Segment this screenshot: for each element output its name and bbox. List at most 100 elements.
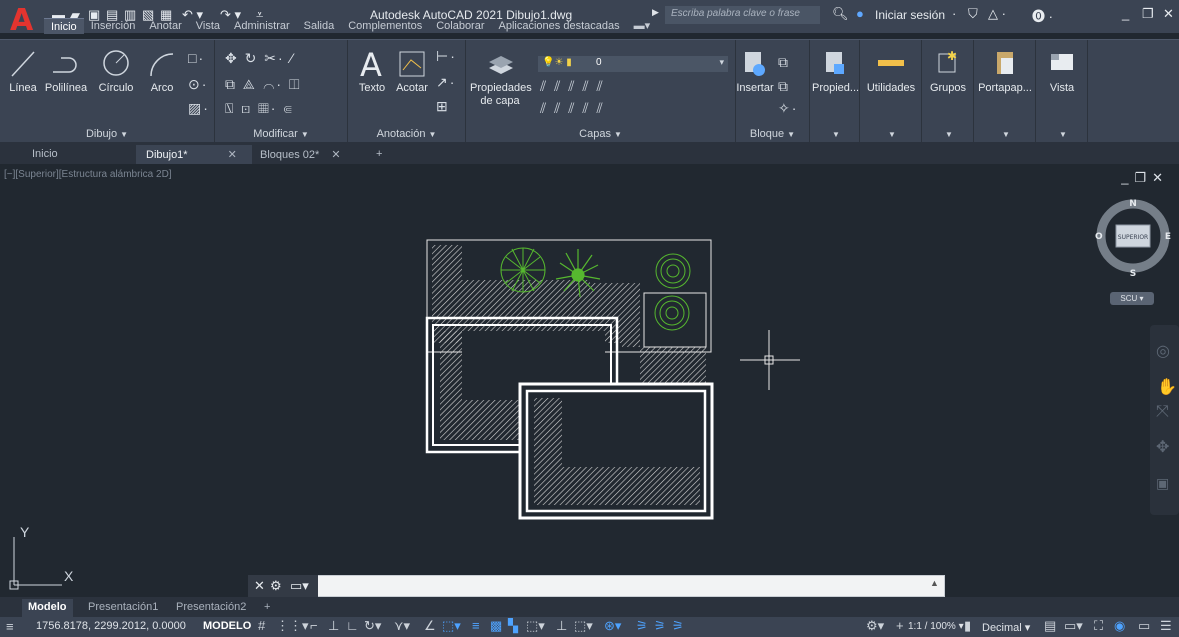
tab-administrar[interactable]: Administrar xyxy=(227,18,297,34)
model-space-toggle[interactable]: MODELO xyxy=(203,620,251,632)
move-rotate-trim-icons[interactable]: ✥ ↻ ✂· ⁄ xyxy=(225,50,295,67)
tab-inicio-doc[interactable]: Inicio xyxy=(22,145,68,164)
texto-button[interactable]: A Texto xyxy=(354,46,390,95)
polilinea-button[interactable]: Polilínea xyxy=(42,46,90,95)
hardware-acceleration-icon[interactable]: ◉ xyxy=(1114,618,1125,634)
panel-expand-icon[interactable]: ▼ xyxy=(1036,128,1087,140)
help-icon[interactable]: ⓿ · xyxy=(1032,6,1053,25)
layer-tools-row-1[interactable]: ⫽ ⫽ ⫽ ⫽ ⫽ xyxy=(540,78,605,95)
steeringwheel-icon[interactable]: ◎ xyxy=(1156,341,1170,361)
panel-expand-icon[interactable]: ▼ xyxy=(974,128,1035,140)
tab-inicio[interactable]: Inicio xyxy=(44,18,84,34)
panel-title-modificar[interactable]: Modificar ▼ xyxy=(215,128,347,140)
add-layout-button[interactable]: + xyxy=(258,599,276,617)
signin-button[interactable]: Iniciar sesión xyxy=(875,8,945,22)
clean-screen-icon[interactable]: ▭ xyxy=(1138,618,1150,634)
block-edit-icon[interactable]: ⧉ xyxy=(778,78,790,95)
autoscale-icon[interactable]: ⚞ xyxy=(654,618,666,634)
tab-colaborar[interactable]: Colaborar xyxy=(429,18,491,34)
selection-cycling-icon[interactable]: ▚ xyxy=(508,618,518,634)
close-cmd-icon[interactable]: ✕ xyxy=(254,578,265,594)
tab-presentacion2[interactable]: Presentación2 xyxy=(170,599,252,617)
block-create-icon[interactable]: ⧉ xyxy=(778,54,790,71)
arco-button[interactable]: Arco xyxy=(142,46,182,95)
ellipse-icon[interactable]: ⊙· xyxy=(188,76,208,93)
minimize-icon[interactable]: _ xyxy=(1122,6,1129,21)
tab-vista[interactable]: Vista xyxy=(189,18,227,34)
pan-icon[interactable]: ✋ xyxy=(1157,377,1177,397)
search-input[interactable]: Escriba palabra clave o frase xyxy=(665,6,820,24)
user-icon[interactable]: ● xyxy=(856,6,864,21)
search-icon[interactable]: 🔍︎ xyxy=(832,6,849,22)
ortho-icon[interactable]: ∟ xyxy=(346,618,359,633)
panel-title-anotacion[interactable]: Anotación ▼ xyxy=(348,128,465,140)
gizmo-icon[interactable]: ⊛▾ xyxy=(604,618,621,634)
tab-insercion[interactable]: Inserción xyxy=(84,18,143,34)
panel-title-dibujo[interactable]: Dibujo ▼ xyxy=(0,128,214,140)
annotation-scale-selector[interactable]: 1:1 / 100% ▾ xyxy=(908,621,964,632)
orbit-icon[interactable]: ✥ xyxy=(1156,437,1169,457)
circulo-button[interactable]: Círculo xyxy=(94,46,138,95)
ribbon-minimize-icon[interactable]: ▬▾ xyxy=(627,18,658,34)
grid-icon[interactable]: # xyxy=(258,618,265,633)
annotation-monitor-icon[interactable]: + xyxy=(896,618,904,633)
stretch-scale-array-icons[interactable]: ⍂ ⊡ ▦· ⋐ xyxy=(225,100,294,117)
propiedades-capa-button[interactable]: Propiedades de capa xyxy=(470,46,532,108)
cart-icon[interactable]: ⛉ xyxy=(968,6,978,22)
linea-button[interactable]: Línea xyxy=(4,46,42,95)
tab-bloques02[interactable]: Bloques 02* ✕ xyxy=(250,145,351,164)
ucs-menu-button[interactable]: SCU ▾ xyxy=(1110,292,1154,305)
snap-icon[interactable]: ⋮⋮▾ xyxy=(276,618,309,634)
tab-modelo[interactable]: Modelo xyxy=(22,599,73,617)
isolate-objects-icon[interactable]: ⛶ xyxy=(1094,618,1103,634)
drawing-viewport[interactable]: [−][Superior][Estructura alámbrica 2D] _… xyxy=(0,165,1179,595)
restore-icon[interactable]: ❐ xyxy=(1142,6,1154,22)
lock-ui-icon[interactable]: ▭▾ xyxy=(1064,618,1083,634)
infer-icon[interactable]: ⌐ xyxy=(310,618,318,633)
vista-button[interactable]: Vista xyxy=(1038,46,1086,95)
insertar-button[interactable]: Insertar xyxy=(736,46,774,95)
search-expand-icon[interactable]: ▶ xyxy=(652,7,659,18)
transparency-icon[interactable]: ▩ xyxy=(490,618,502,634)
grupos-button[interactable]: ✱ Grupos xyxy=(924,46,972,95)
panel-title-bloque[interactable]: Bloque ▼ xyxy=(736,128,809,140)
polar-icon[interactable]: ↻▾ xyxy=(364,618,381,634)
viewcube[interactable]: SUPERIOR N S E O xyxy=(1092,195,1174,277)
tab-aplicaciones[interactable]: Aplicaciones destacadas xyxy=(492,18,627,34)
linear-dim-icon[interactable]: ⊢· xyxy=(436,48,457,65)
panel-expand-icon[interactable]: ▼ xyxy=(922,128,973,140)
coordinates-readout[interactable]: 1756.8178, 2299.2012, 0.0000 xyxy=(36,620,186,632)
portapapeles-button[interactable]: Portapap... xyxy=(978,46,1032,95)
selection-filter-icon[interactable]: ⬚▾ xyxy=(574,618,593,634)
lineweight-icon[interactable]: ≡ xyxy=(472,618,480,633)
close-tab-icon[interactable]: ✕ xyxy=(228,149,237,161)
dynamic-ucs-icon[interactable]: ⊥ xyxy=(556,618,567,634)
units-icon[interactable]: ▮ xyxy=(964,618,971,634)
customization-icon[interactable]: ☰ xyxy=(1160,618,1172,634)
tab-anotar[interactable]: Anotar xyxy=(142,18,188,34)
tab-presentacion1[interactable]: Presentación1 xyxy=(82,599,164,617)
command-history-icon[interactable]: ▲ xyxy=(930,578,939,588)
osnap-icon[interactable]: ⬚▾ xyxy=(442,618,461,634)
dynamic-input-icon[interactable]: ⊥ xyxy=(328,618,339,634)
propiedades-button[interactable]: Propied... xyxy=(812,46,859,95)
hatch-icon[interactable]: ▨· xyxy=(188,100,210,117)
menu-icon[interactable]: ≡ xyxy=(6,619,14,634)
3dosnap-icon[interactable]: ⬚▾ xyxy=(526,618,545,634)
leader-icon[interactable]: ↗· xyxy=(436,74,456,91)
rectangle-icon[interactable]: □· xyxy=(188,50,205,66)
customize-cmd-icon[interactable]: ⚙︎ xyxy=(270,578,282,594)
workspace-icon[interactable]: ⚙︎▾ xyxy=(866,618,884,634)
panel-title-capas[interactable]: Capas ▼ xyxy=(466,128,735,140)
autodesk-a360-icon[interactable]: △ · xyxy=(988,6,1006,22)
quick-properties-icon[interactable]: ▤ xyxy=(1044,618,1056,634)
close-icon[interactable]: ✕ xyxy=(1163,6,1174,22)
tab-complementos[interactable]: Complementos xyxy=(341,18,429,34)
acotar-button[interactable]: Acotar xyxy=(392,46,432,95)
isodraft-icon[interactable]: ⋎▾ xyxy=(394,618,410,634)
units-selector[interactable]: Decimal ▾ xyxy=(982,621,1030,634)
tab-dibujo1[interactable]: Dibujo1* ✕ xyxy=(136,145,252,164)
signin-dropdown-icon[interactable]: · xyxy=(952,6,956,21)
copy-mirror-fillet-icons[interactable]: ⧉ ⟁ ⌒· ◫ xyxy=(225,76,302,93)
layer-dropdown[interactable]: 💡☀ ▮ 0 ▾ xyxy=(538,56,728,72)
